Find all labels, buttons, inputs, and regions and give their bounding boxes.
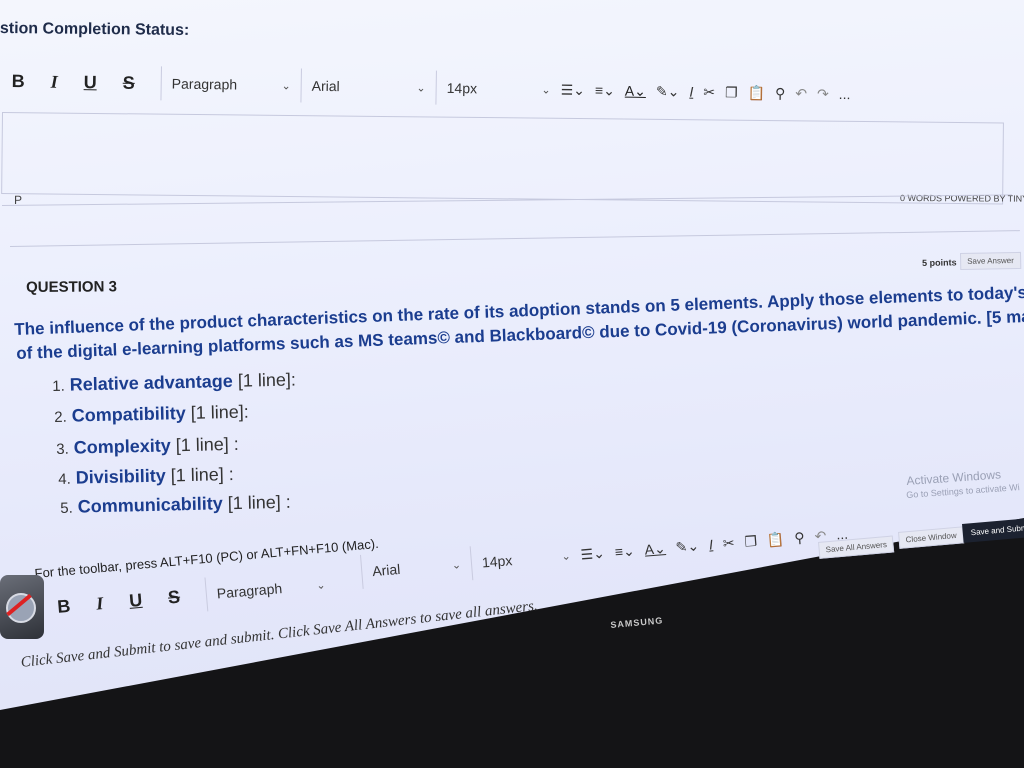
- list-item-hint: [1 line]:: [190, 401, 250, 423]
- font-select-value: Arial: [311, 77, 340, 95]
- undo-icon[interactable]: ↶: [795, 85, 807, 102]
- paragraph-select-value: Paragraph: [216, 580, 283, 602]
- cut-icon[interactable]: ✂: [703, 83, 715, 100]
- list-item-number: 1.: [52, 377, 65, 395]
- top-editor-textarea[interactable]: [1, 112, 1004, 205]
- paragraph-select[interactable]: Paragraph ⌄: [160, 66, 301, 103]
- list-item-number: 2.: [54, 408, 67, 426]
- list-item-hint: [1 line] :: [227, 491, 292, 514]
- bullet-list-icon[interactable]: ☰⌄: [580, 544, 606, 563]
- paste-icon[interactable]: 📋: [766, 530, 785, 548]
- highlight-icon[interactable]: ✎⌄: [656, 83, 680, 100]
- font-select[interactable]: Arial ⌄: [300, 68, 436, 105]
- search-icon[interactable]: ⚲: [794, 529, 806, 547]
- paragraph-select-value: Paragraph: [171, 75, 238, 93]
- text-color-icon[interactable]: A⌄: [625, 82, 646, 99]
- strikethrough-button[interactable]: S: [123, 72, 135, 93]
- redo-icon[interactable]: ↷: [817, 85, 829, 102]
- question-label: QUESTION 3: [26, 278, 117, 296]
- numbered-list-icon[interactable]: ≡⌄: [595, 82, 615, 99]
- clear-format-icon[interactable]: I: [689, 84, 693, 100]
- cut-icon[interactable]: ✂: [722, 534, 735, 552]
- font-size-select-value: 14px: [446, 79, 478, 97]
- list-item: 2. Compatibility [1 line]:: [54, 402, 249, 427]
- paste-icon[interactable]: 📋: [747, 84, 765, 101]
- chevron-down-icon: ⌄: [541, 83, 551, 96]
- numbered-list-icon[interactable]: ≡⌄: [614, 542, 635, 561]
- chevron-down-icon: ⌄: [315, 578, 327, 592]
- list-item-name: Compatibility: [71, 403, 186, 426]
- chevron-down-icon: ⌄: [451, 558, 462, 572]
- more-button[interactable]: ...: [839, 86, 851, 102]
- font-select-value: Arial: [371, 560, 401, 580]
- bullet-list-icon[interactable]: ☰⌄: [561, 81, 586, 98]
- list-item-number: 4.: [58, 470, 71, 488]
- list-item: 4. Divisibility [1 line] :: [58, 464, 234, 489]
- list-item: 3. Complexity [1 line] :: [56, 434, 239, 459]
- highlight-icon[interactable]: ✎⌄: [675, 537, 700, 556]
- underline-button[interactable]: U: [84, 72, 97, 93]
- list-item-hint: [1 line] :: [175, 433, 240, 456]
- section-title: stion Completion Status:: [0, 20, 190, 39]
- clear-format-icon[interactable]: I: [708, 536, 713, 552]
- chevron-down-icon: ⌄: [281, 79, 291, 92]
- points-label: 5 points: [922, 257, 957, 268]
- monitor-brand-logo: SAMSUNG: [610, 615, 664, 630]
- save-answer-button[interactable]: Save Answer: [960, 251, 1021, 270]
- list-item-number: 3.: [56, 440, 69, 458]
- list-item-name: Complexity: [73, 435, 171, 458]
- list-item-hint: [1 line]:: [237, 369, 297, 391]
- bold-button[interactable]: B: [57, 595, 72, 617]
- list-item-name: Divisibility: [75, 465, 166, 488]
- font-size-select-value: 14px: [481, 552, 513, 571]
- list-item-name: Relative advantage: [69, 370, 234, 395]
- copy-icon[interactable]: ❐: [744, 532, 758, 550]
- italic-button[interactable]: I: [51, 71, 58, 92]
- chevron-down-icon: ⌄: [416, 81, 426, 95]
- font-size-select[interactable]: 14px ⌄: [435, 70, 561, 107]
- list-item-name: Communicability: [77, 493, 223, 517]
- strikethrough-button[interactable]: S: [167, 586, 181, 608]
- list-item-number: 5.: [60, 499, 73, 517]
- bold-button[interactable]: B: [12, 70, 25, 91]
- underline-button[interactable]: U: [128, 589, 143, 611]
- search-icon[interactable]: ⚲: [775, 84, 786, 101]
- overlay-app-icon[interactable]: [0, 575, 44, 639]
- copy-icon[interactable]: ❐: [725, 84, 738, 101]
- text-color-icon[interactable]: A⌄: [644, 540, 666, 559]
- chevron-down-icon: ⌄: [561, 549, 572, 563]
- list-item-hint: [1 line] :: [170, 464, 235, 486]
- italic-button[interactable]: I: [95, 593, 104, 615]
